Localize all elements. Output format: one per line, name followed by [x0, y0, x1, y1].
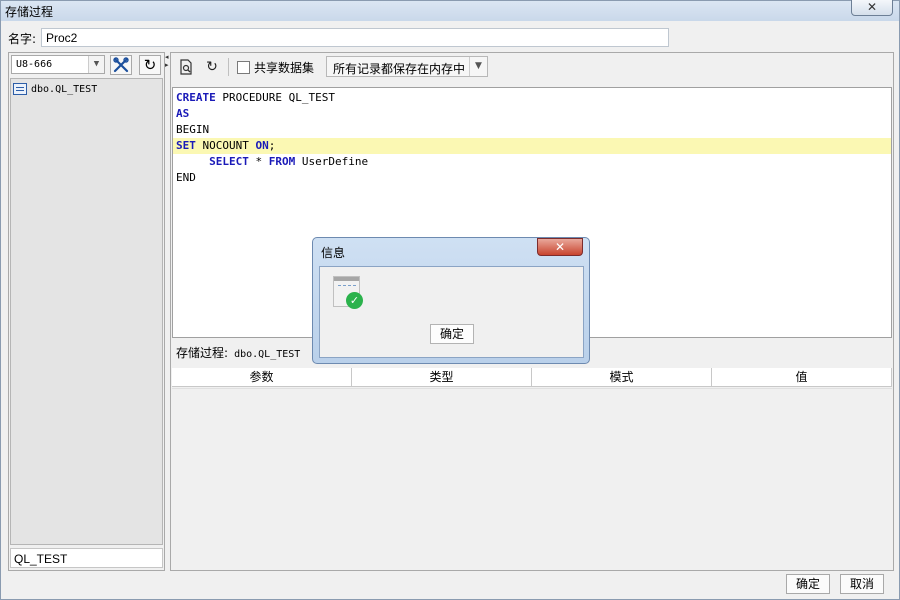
code-keyword: FROM [268, 155, 296, 168]
wrench-cross-icon [113, 57, 129, 73]
preview-button[interactable] [176, 57, 196, 77]
window-close-button[interactable]: ✕ [851, 0, 893, 16]
grid-column-header[interactable]: 类型 [352, 368, 532, 386]
success-icon: ✓ [333, 276, 363, 309]
code-text: NOCOUNT [195, 139, 256, 152]
code-line[interactable]: END [173, 170, 891, 186]
name-input[interactable]: Proc2 [41, 28, 669, 47]
left-panel: U8-666 ▼ ↻ dbo.QL_TEST QL_TEST [8, 52, 165, 571]
code-line[interactable]: SET NOCOUNT ON; [173, 138, 891, 154]
name-label: 名字: [8, 32, 37, 46]
dialog-close-button[interactable]: ✕ [537, 238, 583, 256]
code-text: UserDefine [295, 155, 369, 168]
code-line[interactable]: BEGIN [173, 122, 891, 138]
check-icon: ✓ [346, 292, 363, 309]
checkbox-box[interactable] [237, 61, 250, 74]
connection-value: U8-666 [16, 59, 53, 70]
connection-select[interactable]: U8-666 ▼ [11, 55, 105, 74]
code-text: ; [268, 139, 276, 152]
ok-button[interactable]: 确定 [786, 574, 830, 594]
refresh-icon: ↻ [206, 59, 218, 75]
status-line: 存储过程: dbo.QL_TEST [176, 344, 300, 361]
chevron-down-icon[interactable]: ▼ [469, 57, 487, 76]
dialog-ok-button[interactable]: 确定 [430, 324, 474, 344]
code-text: * [248, 155, 269, 168]
status-label: 存储过程: [176, 346, 229, 360]
memory-mode-value: 所有记录都保存在内存中 [333, 62, 466, 76]
parameter-grid-body[interactable] [172, 388, 892, 570]
stored-procedure-window: 存储过程 ✕ 名字: Proc2 U8-666 ▼ ↻ dbo.QL_TEST … [0, 0, 900, 600]
grid-column-header[interactable]: 参数 [172, 368, 352, 386]
grid-column-header[interactable]: 模式 [532, 368, 712, 386]
tree-item[interactable]: dbo.QL_TEST [13, 81, 97, 97]
code-keyword: AS [176, 107, 190, 120]
chevron-down-icon[interactable]: ▼ [88, 56, 104, 73]
code-text: BEGIN [176, 123, 210, 136]
code-keyword: ON [255, 139, 269, 152]
refresh-icon: ↻ [143, 56, 157, 74]
splitter-arrows-icon[interactable]: ◂ ▸ [165, 53, 169, 69]
status-value: dbo.QL_TEST [228, 349, 301, 360]
code-keyword: SELECT [209, 155, 249, 168]
code-text: END [176, 171, 196, 184]
code-line[interactable]: AS [173, 106, 891, 122]
toolbar-divider [228, 58, 229, 76]
code-line[interactable]: SELECT * FROM UserDefine [173, 154, 891, 170]
info-dialog: 信息 ✕ ✓ 确定 [312, 237, 590, 364]
preview-doc-icon [180, 59, 192, 75]
procedure-icon [13, 83, 27, 95]
parameter-grid-header: 参数 类型 模式值 [172, 368, 892, 387]
dialog-title: 信息 [321, 246, 346, 260]
refresh-tree-button[interactable]: ↻ [139, 55, 161, 75]
dialog-body: ✓ 确定 [319, 266, 584, 358]
code-keyword: SET [176, 139, 196, 152]
share-dataset-label: 共享数据集 [254, 61, 315, 75]
tools-button[interactable] [110, 55, 132, 75]
window-title: 存储过程 [5, 5, 54, 19]
selected-procedure-field[interactable]: QL_TEST [10, 548, 163, 568]
tree-item-label: dbo.QL_TEST [31, 83, 98, 95]
cancel-button[interactable]: 取消 [840, 574, 884, 594]
memory-mode-select[interactable]: 所有记录都保存在内存中 ▼ [326, 56, 488, 77]
code-keyword: CREATE [176, 91, 216, 104]
grid-column-header[interactable]: 值 [712, 368, 892, 386]
title-bar[interactable]: 存储过程 ✕ [1, 0, 899, 21]
code-line[interactable]: CREATE PROCEDURE QL_TEST [173, 90, 891, 106]
refresh-button[interactable]: ↻ [202, 57, 222, 77]
share-dataset-checkbox[interactable]: 共享数据集 [237, 59, 314, 76]
procedure-tree[interactable]: dbo.QL_TEST [10, 78, 163, 545]
code-text: PROCEDURE QL_TEST [215, 91, 335, 104]
